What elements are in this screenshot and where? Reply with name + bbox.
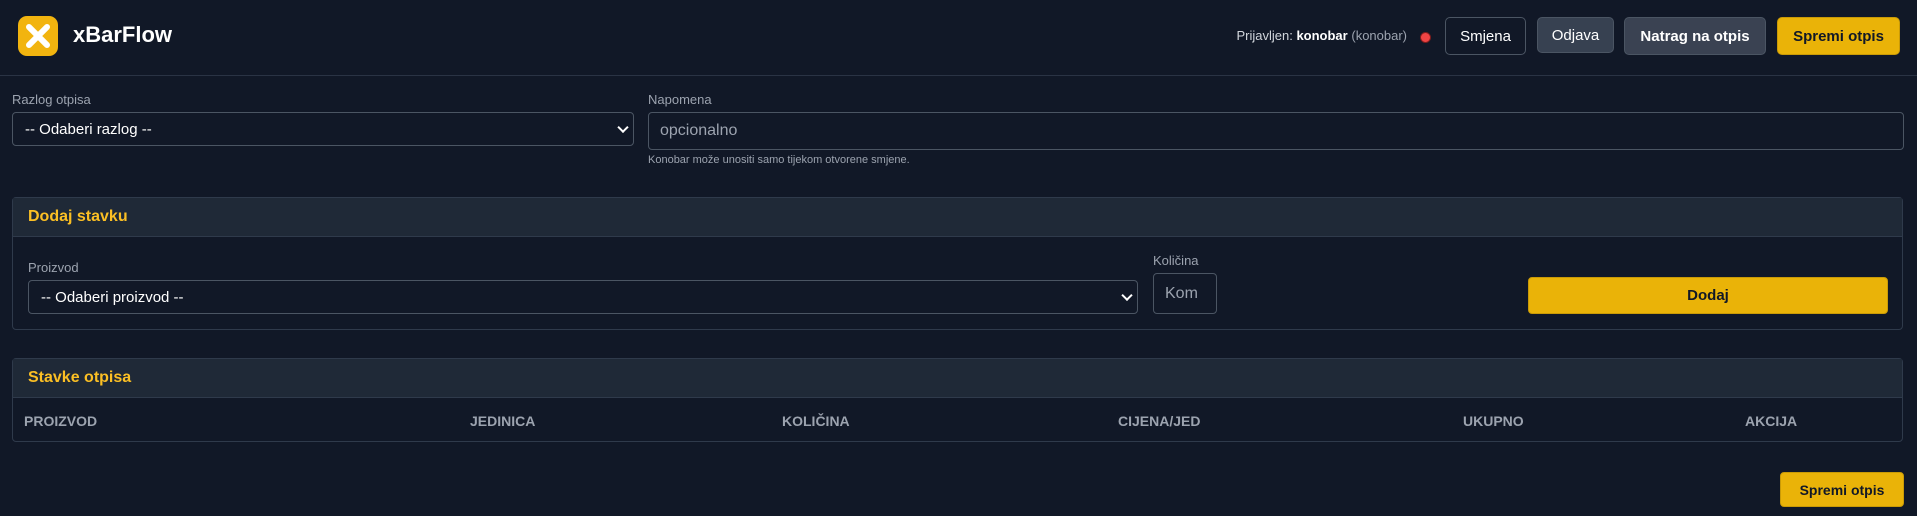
column-header-akcija: AKCIJA xyxy=(1745,413,1798,429)
column-header-ukupno: UKUPNO xyxy=(1463,413,1524,429)
top-header: xBarFlow Prijavljen: konobar (konobar) S… xyxy=(0,0,1917,76)
save-otpis-button[interactable]: Spremi otpis xyxy=(1777,17,1900,55)
items-panel: Stavke otpisa xyxy=(12,358,1903,442)
kolicina-input[interactable]: Kom xyxy=(1153,273,1217,314)
kolicina-label: Količina xyxy=(1153,253,1199,268)
razlog-select[interactable]: -- Odaberi razlog -- xyxy=(12,112,634,146)
logged-in-label: Prijavljen: xyxy=(1236,28,1293,43)
back-to-otpis-button[interactable]: Natrag na otpis xyxy=(1624,17,1766,55)
logout-button[interactable]: Odjava xyxy=(1537,17,1614,53)
user-role: (konobar) xyxy=(1351,28,1407,43)
username: konobar xyxy=(1296,28,1348,43)
chevron-down-icon xyxy=(1121,289,1133,302)
dodaj-button[interactable]: Dodaj xyxy=(1528,277,1888,314)
napomena-label: Napomena xyxy=(648,92,712,107)
razlog-select-value: -- Odaberi razlog -- xyxy=(25,120,152,138)
column-header-proizvod: PROIZVOD xyxy=(24,413,98,429)
proizvod-select[interactable]: -- Odaberi proizvod -- xyxy=(28,280,1138,314)
proizvod-label: Proizvod xyxy=(28,260,79,275)
items-title: Stavke otpisa xyxy=(13,359,1902,398)
app-logo xyxy=(18,16,58,56)
save-otpis-bottom-button[interactable]: Spremi otpis xyxy=(1780,472,1904,507)
column-header-kolicina: KOLIČINA xyxy=(782,413,850,429)
proizvod-select-value: -- Odaberi proizvod -- xyxy=(41,288,184,306)
napomena-placeholder: opcionalno xyxy=(660,122,738,139)
kolicina-placeholder: Kom xyxy=(1165,284,1198,302)
shift-status-dot xyxy=(1420,32,1431,43)
column-header-cijena: CIJENA/JED xyxy=(1118,413,1201,429)
shift-hint: Konobar može unositi samo tijekom otvore… xyxy=(648,154,910,166)
razlog-label: Razlog otpisa xyxy=(12,92,91,107)
add-item-title: Dodaj stavku xyxy=(13,198,1902,237)
app-title: xBarFlow xyxy=(73,22,173,47)
napomena-input[interactable]: opcionalno xyxy=(648,112,1904,150)
x-logo-icon xyxy=(26,24,50,48)
column-header-jedinica: JEDINICA xyxy=(470,413,536,429)
smjena-button[interactable]: Smjena xyxy=(1445,17,1526,55)
logged-in-info: Prijavljen: konobar (konobar) xyxy=(1236,28,1407,43)
chevron-down-icon xyxy=(617,121,629,134)
